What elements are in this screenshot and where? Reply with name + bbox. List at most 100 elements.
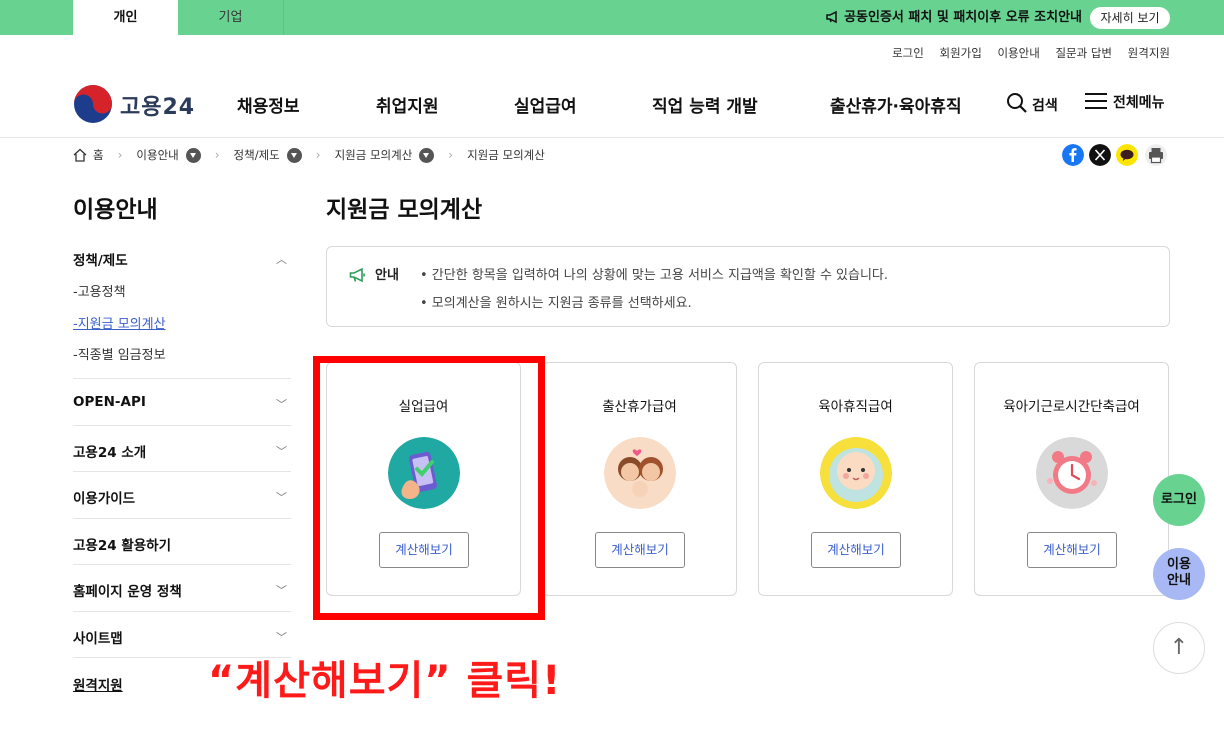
calculate-button[interactable]: 계산해보기: [811, 532, 901, 568]
sidebar-divider: [73, 518, 291, 519]
scroll-top-button[interactable]: ↑: [1153, 622, 1205, 674]
sidebar-group-label: OPEN-API: [73, 394, 146, 410]
sidebar-group-open-api[interactable]: OPEN-API ﹀: [73, 394, 291, 411]
info-line: • 모의계산을 원하시는 지원금 종류를 선택하세요.: [420, 296, 692, 311]
breadcrumb-current: 지원금 모의계산: [467, 148, 545, 162]
breadcrumb-item-policy[interactable]: 정책/제도: [234, 147, 280, 163]
chevron-down-icon: ﹀: [276, 398, 287, 411]
sidebar-divider: [73, 611, 291, 612]
breadcrumb-home[interactable]: 홈: [93, 147, 104, 163]
chevron-down-icon: ﹀: [276, 445, 287, 458]
dropdown-icon[interactable]: [286, 147, 302, 163]
card-title: 육아휴직급여: [818, 399, 893, 415]
card-reduced-hours-benefit: 육아기근로시간단축급여 계산해보기: [974, 362, 1169, 596]
search-button[interactable]: 검색: [1006, 92, 1058, 115]
sidebar-group-label: 원격지원: [73, 678, 123, 694]
tab-personal[interactable]: 개인: [73, 0, 178, 35]
tab-corporate[interactable]: 기업: [178, 0, 284, 35]
chevron-down-icon: ﹀: [276, 491, 287, 504]
nav-unemployment-benefit[interactable]: 실업급여: [514, 92, 577, 117]
sidebar-group-user-guide[interactable]: 이용가이드 ﹀: [73, 487, 291, 507]
nav-jobs[interactable]: 채용정보: [237, 92, 300, 117]
nav-parental-leave[interactable]: 출산휴가·육아휴직: [830, 92, 962, 117]
info-label: 안내: [349, 264, 399, 283]
notice-banner[interactable]: 공동인증서 패치 및 패치이후 오류 조치안내: [826, 0, 1082, 35]
sidebar-group-label: 고용24 활용하기: [73, 538, 172, 554]
util-remote-link[interactable]: 원격지원: [1128, 46, 1170, 60]
sidebar-group-label: 사이트맵: [73, 631, 123, 647]
calculate-button[interactable]: 계산해보기: [595, 532, 685, 568]
card-parental-leave-benefit: 육아휴직급여 계산해보기: [758, 362, 953, 596]
sidebar-item-employment-policy[interactable]: -고용정책: [73, 281, 126, 300]
notice-text: 공동인증서 패치 및 패치이후 오류 조치안내: [844, 10, 1082, 25]
dropdown-icon[interactable]: [419, 147, 435, 163]
detail-button[interactable]: 자세히 보기: [1090, 7, 1170, 29]
util-qna-link[interactable]: 질문과 답변: [1055, 46, 1112, 60]
kakaotalk-icon[interactable]: [1116, 144, 1138, 166]
hamburger-icon: [1085, 93, 1107, 109]
highlight-box: [313, 356, 545, 620]
sidebar-group-policy[interactable]: 정책/제도 ︿: [73, 249, 291, 269]
logo-text[interactable]: 고용24: [120, 89, 195, 121]
chevron-down-icon: ﹀: [276, 584, 287, 597]
all-menu-label: 전체메뉴: [1113, 95, 1165, 111]
page-title: 지원금 모의계산: [326, 197, 483, 223]
dropdown-icon[interactable]: [185, 147, 201, 163]
taegeuk-logo-icon[interactable]: [73, 84, 113, 124]
sidebar-group-operation-policy[interactable]: 홈페이지 운영 정책 ﹀: [73, 580, 291, 600]
util-guide-link[interactable]: 이용안내: [997, 46, 1039, 60]
sidebar-group-label: 정책/제도: [73, 253, 128, 269]
all-menu-button[interactable]: 전체메뉴: [1085, 92, 1165, 112]
sidebar-group-label: 고용24 소개: [73, 445, 147, 461]
nav-vocational-training[interactable]: 직업 능력 개발: [652, 92, 758, 117]
sidebar-title: 이용안내: [73, 197, 158, 223]
util-login-link[interactable]: 로그인: [892, 46, 924, 60]
chevron-down-icon: ﹀: [276, 631, 287, 644]
breadcrumb-item-calc[interactable]: 지원금 모의계산: [335, 147, 413, 163]
info-line: • 간단한 항목을 입력하여 나의 상황에 맞는 고용 서비스 지급액을 확인할…: [420, 268, 889, 283]
chevron-right-icon: ›: [117, 148, 123, 162]
sidebar-group-label: 이용가이드: [73, 491, 136, 507]
search-label: 검색: [1032, 98, 1058, 114]
top-bar: 개인 기업 공동인증서 패치 및 패치이후 오류 조치안내 자세히 보기: [0, 0, 1224, 35]
info-label-text: 안내: [375, 268, 399, 283]
info-box: 안내 • 간단한 항목을 입력하여 나의 상황에 맞는 고용 서비스 지급액을 …: [326, 246, 1170, 327]
sidebar-group-usage[interactable]: 고용24 활용하기: [73, 534, 291, 554]
util-signup-link[interactable]: 회원가입: [939, 46, 981, 60]
floating-guide-button[interactable]: 이용 안내: [1153, 548, 1205, 600]
card-maternity-leave-benefit: 출산휴가급여 계산해보기: [542, 362, 737, 596]
sidebar-item-wage-info[interactable]: -직종별 임금정보: [73, 344, 166, 363]
sidebar-divider: [73, 378, 291, 379]
utility-links: 로그인 회원가입 이용안내 질문과 답변 원격지원: [880, 45, 1170, 61]
print-icon[interactable]: [1145, 144, 1167, 166]
calculate-button[interactable]: 계산해보기: [1027, 532, 1117, 568]
sidebar-divider: [73, 471, 291, 472]
sidebar-group-label: 홈페이지 운영 정책: [73, 584, 182, 600]
megaphone-icon: [826, 10, 837, 24]
nav-employment-support[interactable]: 취업지원: [376, 92, 439, 117]
card-title: 출산휴가급여: [602, 399, 677, 415]
sidebar-group-sitemap[interactable]: 사이트맵 ﹀: [73, 627, 291, 647]
floating-guide-line: 안내: [1167, 573, 1191, 588]
sidebar-item-subsidy-calculator[interactable]: -지원금 모의계산: [73, 313, 166, 332]
home-icon[interactable]: [73, 148, 87, 162]
megaphone-icon: [349, 267, 365, 283]
floating-login-button[interactable]: 로그인: [1153, 474, 1205, 526]
alarm-clock-icon: [1036, 437, 1108, 509]
chevron-right-icon: ›: [448, 148, 454, 162]
chevron-right-icon: ›: [214, 148, 220, 162]
floating-guide-line: 이용: [1167, 557, 1191, 572]
facebook-icon[interactable]: [1062, 144, 1084, 166]
sidebar-divider: [73, 564, 291, 565]
card-title: 육아기근로시간단축급여: [1003, 399, 1140, 415]
breadcrumb-item-guide[interactable]: 이용안내: [136, 147, 178, 163]
breadcrumb: 홈 › 이용안내 › 정책/제도 › 지원금 모의계산 › 지원금 모의계산: [73, 146, 545, 164]
annotation-text: “계산해보기” 클릭!: [208, 658, 562, 704]
couple-baby-icon: [604, 437, 676, 509]
chevron-up-icon: ︿: [276, 253, 287, 266]
chevron-right-icon: ›: [315, 148, 321, 162]
sidebar-group-about[interactable]: 고용24 소개 ﹀: [73, 441, 291, 461]
baby-face-icon: [820, 437, 892, 509]
header-divider: [0, 137, 1224, 138]
x-twitter-icon[interactable]: [1089, 144, 1111, 166]
